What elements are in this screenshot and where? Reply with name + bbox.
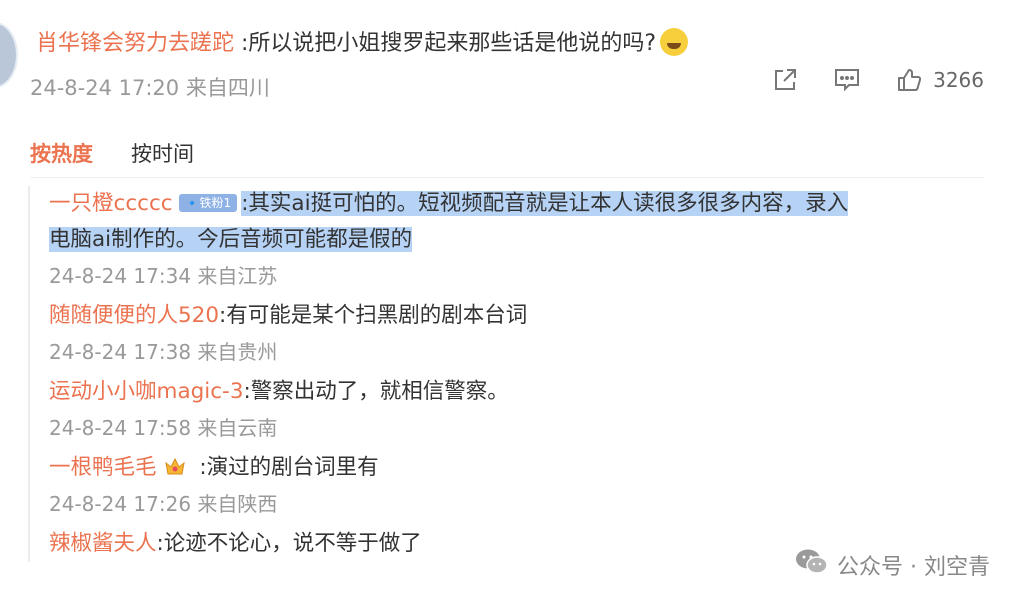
avatar[interactable] bbox=[0, 22, 18, 88]
reply-meta: 24-8-24 17:38 来自贵州 bbox=[49, 340, 278, 364]
main-comment-username[interactable]: 肖华锋会努力去蹉跎 bbox=[36, 31, 234, 56]
fan-badge: 🔹铁粉1 bbox=[178, 194, 238, 212]
reply-text-continued: 电脑ai制作的。今后音频可能都是假的 bbox=[49, 227, 413, 252]
reply-username[interactable]: 一根鸭毛毛 bbox=[49, 455, 157, 480]
reply-username[interactable]: 运动小小咖magic-3 bbox=[49, 379, 244, 404]
tab-sort-time[interactable]: 按时间 bbox=[131, 142, 194, 166]
list-item: 一根鸭毛毛 :演过的剧台词里有 24-8-24 17:26 来自陕西 bbox=[30, 450, 990, 522]
wechat-icon bbox=[795, 548, 829, 582]
laughing-face-icon bbox=[660, 28, 689, 56]
list-item: 运动小小咖magic-3:警察出动了，就相信警察。 24-8-24 17:58 … bbox=[30, 374, 990, 446]
divider bbox=[30, 177, 984, 178]
comment-actions: 3266 bbox=[771, 66, 984, 94]
main-comment: 肖华锋会努力去蹉跎 :所以说把小姐搜罗起来那些话是他说的吗? bbox=[36, 26, 689, 62]
comment-icon[interactable] bbox=[833, 66, 861, 94]
reply-text: :其实ai挺可怕的。短视频配音就是让本人读很多很多内容，录入 bbox=[241, 191, 849, 216]
reply-meta: 24-8-24 17:58 来自云南 bbox=[49, 416, 278, 440]
crown-icon bbox=[163, 453, 187, 475]
watermark: 公众号 · 刘空青 bbox=[795, 548, 990, 582]
list-item: 随随便便的人520:有可能是某个扫黑剧的剧本台词 24-8-24 17:38 来… bbox=[30, 298, 990, 370]
share-icon[interactable] bbox=[771, 66, 799, 94]
main-comment-meta: 24-8-24 17:20 来自四川 bbox=[30, 76, 270, 100]
like-count: 3266 bbox=[933, 68, 984, 92]
reply-text: :演过的剧台词里有 bbox=[192, 455, 379, 480]
tab-sort-hot[interactable]: 按热度 bbox=[30, 142, 93, 166]
reply-text: :论迹不论心，说不等于做了 bbox=[156, 531, 422, 556]
reply-text: :警察出动了，就相信警察。 bbox=[243, 379, 509, 404]
thumbs-up-icon bbox=[895, 66, 923, 94]
main-comment-text: :所以说把小姐搜罗起来那些话是他说的吗? bbox=[234, 31, 657, 56]
reply-list: 一只橙ccccc 🔹铁粉1:其实ai挺可怕的。短视频配音就是让本人读很多很多内容，… bbox=[28, 186, 990, 562]
reply-username[interactable]: 辣椒酱夫人 bbox=[49, 531, 157, 556]
list-item: 一只橙ccccc 🔹铁粉1:其实ai挺可怕的。短视频配音就是让本人读很多很多内容，… bbox=[30, 186, 990, 294]
sort-tabs: 按热度 按时间 bbox=[30, 138, 194, 168]
reply-username[interactable]: 随随便便的人520 bbox=[49, 303, 219, 328]
watermark-text: 公众号 · 刘空青 bbox=[837, 555, 990, 580]
reply-text: :有可能是某个扫黑剧的剧本台词 bbox=[219, 303, 528, 328]
reply-meta: 24-8-24 17:34 来自江苏 bbox=[49, 264, 278, 288]
reply-username[interactable]: 一只橙ccccc bbox=[49, 191, 173, 216]
reply-meta: 24-8-24 17:26 来自陕西 bbox=[49, 492, 278, 516]
like-button[interactable]: 3266 bbox=[895, 66, 984, 94]
